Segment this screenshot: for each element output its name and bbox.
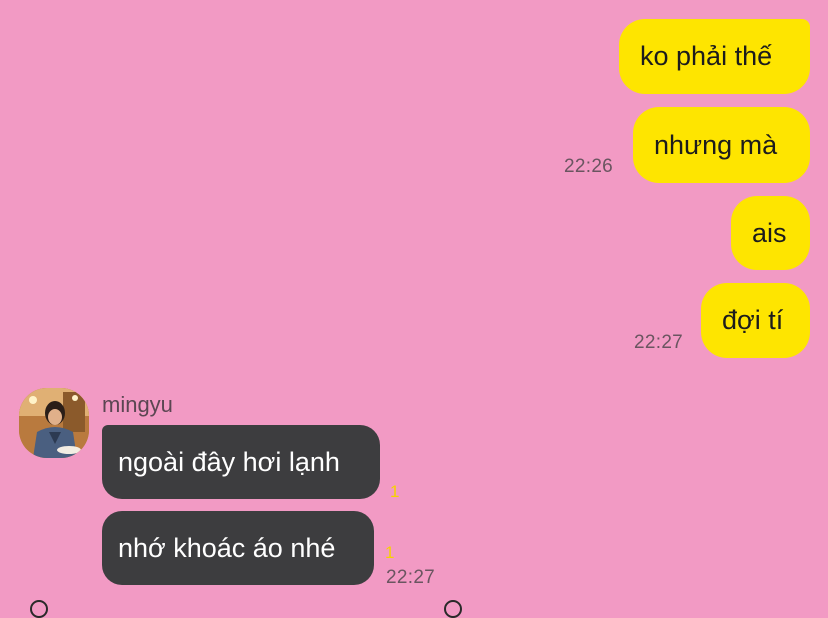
profile-photo-icon <box>19 388 89 458</box>
my-message-bubble[interactable]: nhưng mà <box>633 107 810 183</box>
their-message-bubble[interactable]: nhớ khoác áo nhé <box>102 511 374 585</box>
message-text: nhớ khoác áo nhé <box>118 532 336 563</box>
message-timestamp: 22:27 <box>634 332 684 353</box>
sender-name: mingyu <box>102 392 173 417</box>
message-text: ais <box>752 217 787 248</box>
unread-count: 1 <box>390 482 400 501</box>
my-message-bubble[interactable]: đợi tí <box>701 283 810 358</box>
message-text: đợi tí <box>722 305 784 335</box>
message-timestamp: 22:27 <box>386 567 436 588</box>
message-text: ngoài đây hơi lạnh <box>118 446 340 477</box>
partial-icon <box>30 600 48 618</box>
chat-room: ko phải thế nhưng mà 22:26 ais đợi tí 22… <box>0 0 828 618</box>
unread-count: 1 <box>385 543 395 562</box>
my-message-bubble[interactable]: ais <box>731 196 810 270</box>
avatar[interactable] <box>19 388 89 458</box>
message-timestamp: 22:26 <box>564 156 614 177</box>
partial-icon <box>444 600 462 618</box>
message-text: nhưng mà <box>654 129 778 160</box>
their-message-bubble[interactable]: ngoài đây hơi lạnh <box>102 425 380 499</box>
message-text: ko phải thế <box>640 41 773 71</box>
my-message-bubble[interactable]: ko phải thế <box>619 19 810 94</box>
